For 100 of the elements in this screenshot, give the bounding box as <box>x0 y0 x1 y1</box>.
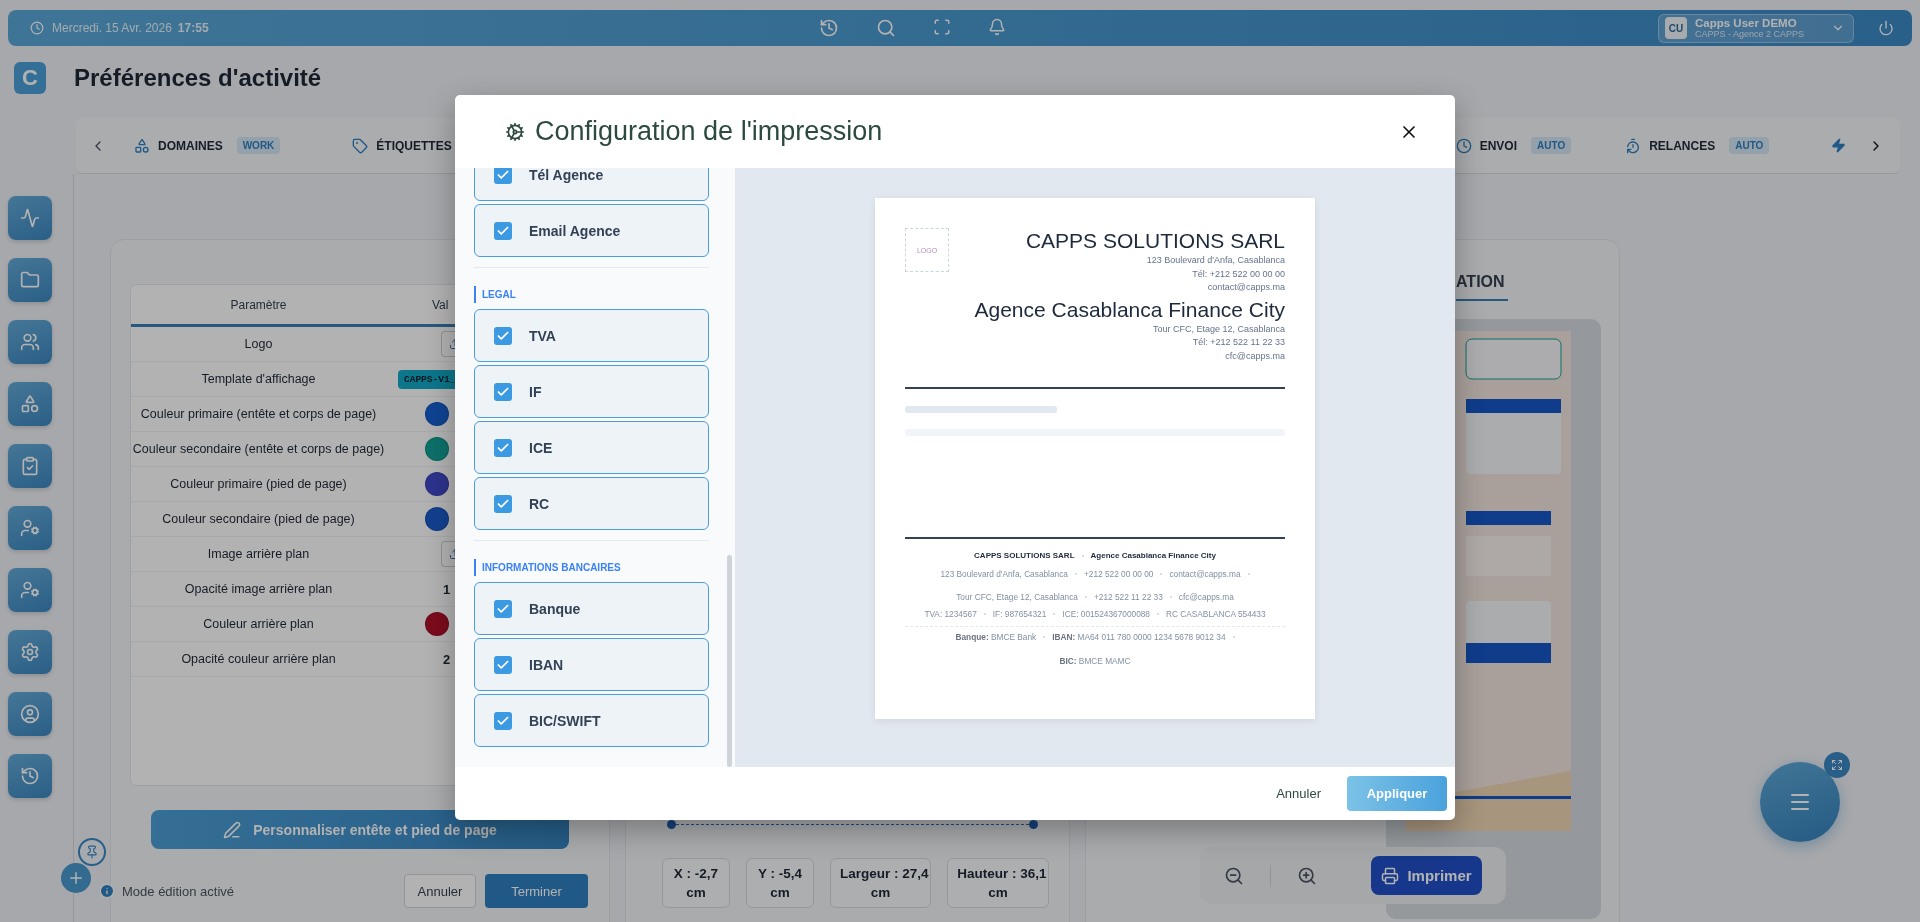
resize-handle[interactable] <box>1029 820 1038 829</box>
field-label: ICE <box>529 439 553 456</box>
user-avatar: CU <box>1665 17 1687 39</box>
checkbox[interactable] <box>494 494 512 513</box>
user-agency: CAPPS - Agence 2 CAPPS <box>1695 29 1806 39</box>
footer-text: contact@capps.ma <box>1169 569 1241 579</box>
shapes-icon <box>20 394 40 414</box>
parameter-label: Image arrière plan <box>206 547 311 561</box>
clock-icon <box>30 21 44 35</box>
finish-button[interactable]: Terminer <box>485 874 588 908</box>
field-toggle[interactable]: ICE <box>474 421 709 474</box>
field-toggle[interactable]: RC <box>474 477 709 530</box>
pin-button[interactable] <box>78 838 106 866</box>
folder-button[interactable] <box>8 258 52 302</box>
settings-tab[interactable]: ENVOI AUTO <box>1455 137 1572 154</box>
field-toggle[interactable]: Tél Agence <box>474 168 709 201</box>
color-swatch[interactable] <box>425 612 449 636</box>
color-swatch[interactable] <box>425 402 449 426</box>
checkbox[interactable] <box>494 326 512 345</box>
checkbox[interactable] <box>494 655 512 674</box>
clipboard-check-icon <box>20 456 40 476</box>
cancel-button[interactable]: Annuler <box>404 874 476 908</box>
column-header: Paramètre <box>229 297 288 312</box>
user-gear-button[interactable] <box>8 506 52 550</box>
fullscreen-icon[interactable] <box>932 18 951 36</box>
zoom-in-icon[interactable] <box>1297 865 1317 886</box>
field-toggle[interactable]: IF <box>474 365 709 418</box>
bell-icon[interactable] <box>987 18 1006 36</box>
timer-icon <box>1625 137 1642 154</box>
field-label: IF <box>529 383 542 400</box>
footer-text: Banque: BMCE Bank <box>955 632 1037 642</box>
scrollbar[interactable] <box>727 555 732 767</box>
field-toggle[interactable]: Email Agence <box>474 204 709 257</box>
footer-text: cfc@capps.ma <box>1178 592 1234 602</box>
field-toggle[interactable]: BIC/SWIFT <box>474 694 709 747</box>
settings-tab[interactable]: ÉTIQUETTES <box>352 137 452 154</box>
clipboard-check-button[interactable] <box>8 444 52 488</box>
history-button[interactable] <box>8 754 52 798</box>
dimension-readout: Hauteur : 36,1 cm <box>947 858 1049 908</box>
dimension-readout: X : -2,7 cm <box>662 858 730 908</box>
zoom-out-icon[interactable] <box>1224 865 1244 886</box>
field-label: IBAN <box>529 656 564 673</box>
checkbox[interactable] <box>494 438 512 457</box>
tag-icon <box>352 137 369 154</box>
company-detail: contact@capps.ma <box>1207 281 1285 294</box>
settings-tab[interactable]: DOMAINES WORK <box>134 137 281 154</box>
agency-detail: cfc@capps.ma <box>1225 349 1285 363</box>
users-button[interactable] <box>8 320 52 364</box>
field-toggle[interactable]: Banque <box>474 582 709 635</box>
checkbox[interactable] <box>494 168 512 184</box>
value-text: 2 <box>443 651 451 667</box>
color-swatch[interactable] <box>425 472 449 496</box>
settings-button[interactable] <box>8 630 52 674</box>
cancel-button[interactable]: Annuler <box>1270 785 1327 802</box>
parameter-label: Opacité couleur arrière plan <box>180 652 337 666</box>
footer-text: Tour CFC, Etage 12, Casablanca <box>956 592 1078 602</box>
tab-badge: AUTO <box>1729 137 1770 154</box>
color-swatch[interactable] <box>425 437 449 461</box>
edit-mode-text: Mode édition activé <box>122 883 234 899</box>
color-swatch[interactable] <box>425 507 449 531</box>
shapes-button[interactable] <box>8 382 52 426</box>
user-gear-icon <box>20 580 40 600</box>
field-label: RC <box>529 495 550 512</box>
user-circle-icon <box>20 704 40 724</box>
checkbox[interactable] <box>494 711 512 730</box>
footer-text: IF: 987654321 <box>992 609 1047 619</box>
check-icon <box>496 168 510 182</box>
footer-text: TVA: 1234567 <box>924 609 977 619</box>
parameter-label: Couleur arrière plan <box>202 617 315 631</box>
print-button[interactable]: Imprimer <box>1371 856 1482 895</box>
add-button[interactable] <box>61 863 91 893</box>
menu-button[interactable] <box>1760 762 1840 842</box>
field-label: Email Agence <box>529 222 621 239</box>
field-toggle[interactable]: IBAN <box>474 638 709 691</box>
checkbox[interactable] <box>494 221 512 240</box>
history-icon[interactable] <box>818 18 839 38</box>
settings-tab[interactable]: RELANCES AUTO <box>1625 137 1770 154</box>
shapes-icon <box>134 137 150 154</box>
bolt-icon[interactable] <box>1831 138 1847 153</box>
pin-icon <box>85 845 99 859</box>
search-icon[interactable] <box>875 18 896 38</box>
field-label: BIC/SWIFT <box>529 712 601 729</box>
checkbox[interactable] <box>494 599 512 618</box>
agency-detail: Tour CFC, Etage 12, Casablanca <box>1152 322 1285 336</box>
footer-text: RC CASABLANCA 554433 <box>1166 609 1266 619</box>
power-icon[interactable] <box>1878 20 1894 36</box>
expand-button[interactable] <box>1824 752 1850 778</box>
user-name: Capps User DEMO <box>1695 17 1798 29</box>
resize-handle[interactable] <box>667 820 676 829</box>
chart-button[interactable] <box>8 196 52 240</box>
user-gear-button[interactable] <box>8 568 52 612</box>
checkbox[interactable] <box>494 382 512 401</box>
footer-text: ICE: 001524367000088 <box>1062 609 1150 619</box>
field-label: Tél Agence <box>529 168 604 183</box>
footer-text: IBAN: MA64 011 780 0000 1234 5678 9012 34 <box>1052 632 1226 642</box>
field-toggle[interactable]: TVA <box>474 309 709 362</box>
printer-icon <box>1381 866 1400 885</box>
user-circle-button[interactable] <box>8 692 52 736</box>
date-time: Mercredi. 15 Avr. 2026 17:55 <box>52 21 209 35</box>
company-name: CAPPS SOLUTIONS SARL <box>1025 228 1285 254</box>
